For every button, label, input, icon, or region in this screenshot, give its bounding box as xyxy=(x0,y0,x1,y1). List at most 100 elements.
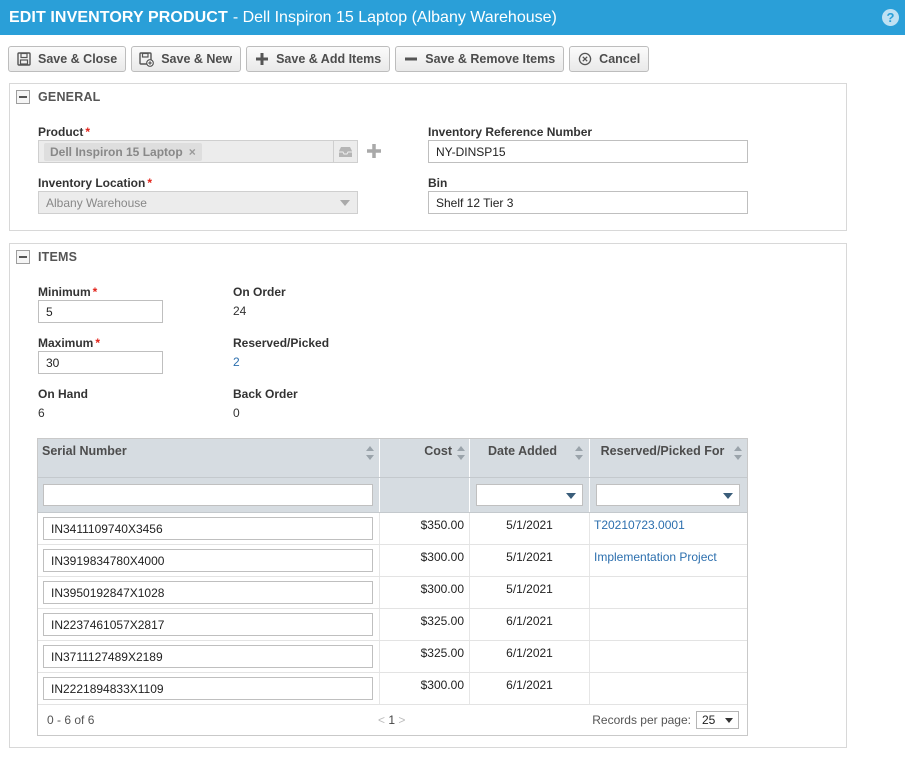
title-bar: EDIT INVENTORY PRODUCT - Dell Inspiron 1… xyxy=(0,0,905,35)
sort-icon[interactable] xyxy=(734,446,742,460)
serial-input[interactable]: IN2237461057X2817 xyxy=(43,613,373,636)
save-new-button[interactable]: Save & New xyxy=(131,46,242,72)
table-row: IN3919834780X4000 $300.00 5/1/2021 Imple… xyxy=(38,545,747,577)
required-mark: * xyxy=(85,125,91,139)
bin-input[interactable]: Shelf 12 Tier 3 xyxy=(428,191,748,214)
grid-filter-row xyxy=(38,478,747,513)
record-count: 0 - 6 of 6 xyxy=(47,713,95,727)
sort-icon[interactable] xyxy=(366,446,374,460)
table-row: IN3711127489X2189 $325.00 6/1/2021 xyxy=(38,641,747,673)
prev-page-button[interactable]: < xyxy=(378,713,385,727)
filter-serial-cell xyxy=(38,478,380,512)
reserved-link[interactable]: 2 xyxy=(233,355,240,369)
serial-input[interactable]: IN2221894833X1109 xyxy=(43,677,373,700)
minus-icon xyxy=(19,96,27,98)
reserved-for-cell xyxy=(590,673,747,704)
general-title: GENERAL xyxy=(38,90,101,104)
maximum-input[interactable]: 30 xyxy=(38,351,163,374)
page-subtitle: - Dell Inspiron 15 Laptop (Albany Wareho… xyxy=(232,8,557,26)
required-mark: * xyxy=(92,285,98,299)
help-icon[interactable]: ? xyxy=(882,9,899,26)
save-add-items-button[interactable]: Save & Add Items xyxy=(246,46,391,72)
filter-reserved-select[interactable] xyxy=(596,484,740,506)
filter-serial-input[interactable] xyxy=(43,484,373,506)
product-lookup-button[interactable] xyxy=(333,141,357,162)
save-new-label: Save & New xyxy=(161,52,233,66)
back-order-label: Back Order xyxy=(233,387,298,401)
col-reserved-for[interactable]: Reserved/Picked For xyxy=(590,439,747,477)
filter-date-select[interactable] xyxy=(476,484,583,506)
reserved-label: Reserved/Picked xyxy=(233,336,330,350)
col-serial-number-label: Serial Number xyxy=(42,444,127,458)
location-label: Inventory Location * xyxy=(38,176,152,190)
table-row: IN2221894833X1109 $300.00 6/1/2021 xyxy=(38,673,747,705)
product-label: Product * xyxy=(38,125,90,139)
col-cost[interactable]: Cost xyxy=(380,439,470,477)
col-reserved-for-label: Reserved/Picked For xyxy=(600,444,725,458)
filter-cost-cell xyxy=(380,478,470,512)
serial-input[interactable]: IN3711127489X2189 xyxy=(43,645,373,668)
save-close-label: Save & Close xyxy=(38,52,118,66)
floppy-disk-icon xyxy=(16,52,31,67)
ref-label: Inventory Reference Number xyxy=(428,125,593,139)
general-section: GENERAL Product * Dell Inspiron 15 Laptop… xyxy=(9,83,847,231)
collapse-general-toggle[interactable] xyxy=(16,90,30,104)
toolbar: Save & Close Save & New Save & Add Items… xyxy=(8,46,650,72)
serial-cell: IN2221894833X1109 xyxy=(38,673,380,704)
cost-cell: $325.00 xyxy=(380,641,470,672)
cancel-button[interactable]: Cancel xyxy=(569,46,650,72)
col-date-added[interactable]: Date Added xyxy=(470,439,590,477)
col-serial-number[interactable]: Serial Number xyxy=(38,439,380,477)
serial-input[interactable]: IN3411109740X3456 xyxy=(43,517,373,540)
next-page-button[interactable]: > xyxy=(398,713,405,727)
records-per-page-select[interactable]: 25 xyxy=(696,711,739,729)
date-cell: 6/1/2021 xyxy=(470,609,590,640)
chevron-down-icon xyxy=(340,200,350,206)
location-value: Albany Warehouse xyxy=(46,195,147,210)
serial-cell: IN3950192847X1028 xyxy=(38,577,380,608)
cost-cell: $325.00 xyxy=(380,609,470,640)
reserved-for-cell xyxy=(590,609,747,640)
records-per-page: Records per page: 25 xyxy=(592,711,739,729)
col-cost-label: Cost xyxy=(424,444,452,458)
minus-icon xyxy=(403,52,418,67)
serial-cell: IN3919834780X4000 xyxy=(38,545,380,576)
back-order-value: 0 xyxy=(233,406,240,420)
sort-icon[interactable] xyxy=(457,446,465,460)
save-remove-items-label: Save & Remove Items xyxy=(425,52,556,66)
serial-input[interactable]: IN3950192847X1028 xyxy=(43,581,373,604)
serial-cell: IN3711127489X2189 xyxy=(38,641,380,672)
collapse-items-toggle[interactable] xyxy=(16,250,30,264)
on-order-value: 24 xyxy=(233,304,247,318)
items-section: ITEMS Minimum * 5 Maximum * 30 On Hand 6 O… xyxy=(9,243,847,748)
date-cell: 5/1/2021 xyxy=(470,513,590,544)
save-close-button[interactable]: Save & Close xyxy=(8,46,127,72)
pager: < 1 > xyxy=(378,713,405,727)
current-page: 1 xyxy=(388,713,396,727)
items-header: ITEMS xyxy=(16,250,77,264)
serial-grid: Serial Number Cost Date Added Reserved/P… xyxy=(37,438,748,736)
minimum-label-text: Minimum xyxy=(38,285,91,299)
date-cell: 5/1/2021 xyxy=(470,545,590,576)
on-hand-label: On Hand xyxy=(38,387,88,401)
maximum-label-text: Maximum xyxy=(38,336,94,350)
location-select[interactable]: Albany Warehouse xyxy=(38,191,358,214)
save-remove-items-button[interactable]: Save & Remove Items xyxy=(395,46,565,72)
add-product-icon[interactable] xyxy=(365,142,383,160)
cost-cell: $300.00 xyxy=(380,545,470,576)
remove-product-icon[interactable]: × xyxy=(189,145,196,159)
reserved-for-link[interactable]: T20210723.0001 xyxy=(590,513,747,544)
minus-icon xyxy=(19,256,27,258)
plus-icon xyxy=(254,52,269,67)
table-row: IN3411109740X3456 $350.00 5/1/2021 T2021… xyxy=(38,513,747,545)
date-cell: 6/1/2021 xyxy=(470,673,590,704)
minimum-input[interactable]: 5 xyxy=(38,300,163,323)
filter-reserved-cell xyxy=(590,478,747,512)
product-field[interactable]: Dell Inspiron 15 Laptop × xyxy=(38,140,358,163)
ref-input[interactable]: NY-DINSP15 xyxy=(428,140,748,163)
reserved-for-link[interactable]: Implementation Project xyxy=(590,545,747,576)
serial-input[interactable]: IN3919834780X4000 xyxy=(43,549,373,572)
sort-icon[interactable] xyxy=(575,446,583,460)
cost-cell: $350.00 xyxy=(380,513,470,544)
grid-header: Serial Number Cost Date Added Reserved/P… xyxy=(38,439,747,478)
